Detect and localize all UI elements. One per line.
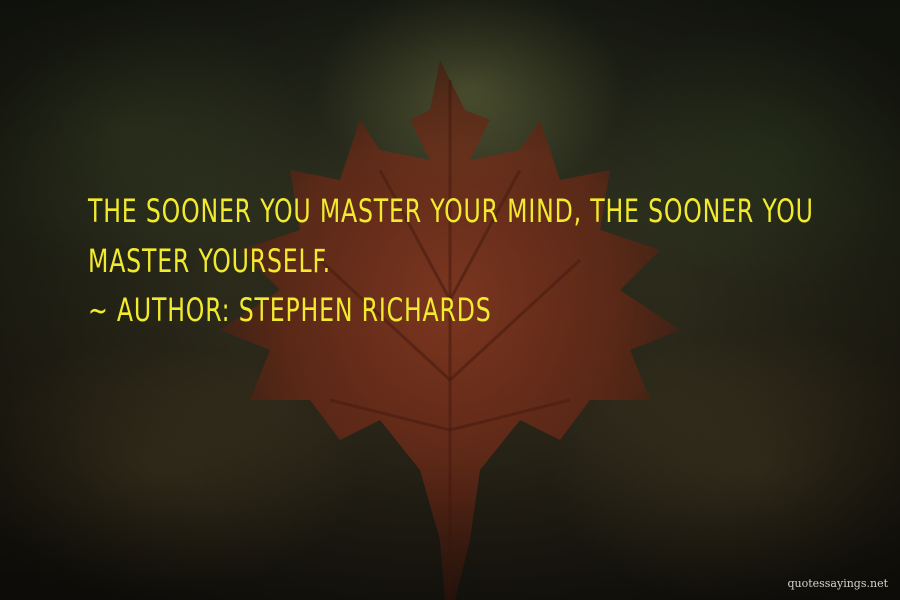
author-line: ~ AUTHOR: STEPHEN RICHARDS <box>88 290 847 330</box>
quote-text: THE SOONER YOU MASTER YOUR MIND, THE SOO… <box>88 192 814 280</box>
author-name: STEPHEN RICHARDS <box>238 291 492 329</box>
author-prefix: AUTHOR: <box>116 291 231 329</box>
author-tilde: ~ <box>88 291 109 329</box>
site-watermark: quotessayings.net <box>787 577 888 590</box>
quote-block: THE SOONER YOU MASTER YOUR MIND, THE SOO… <box>88 186 848 330</box>
quote-image: THE SOONER YOU MASTER YOUR MIND, THE SOO… <box>0 0 900 600</box>
